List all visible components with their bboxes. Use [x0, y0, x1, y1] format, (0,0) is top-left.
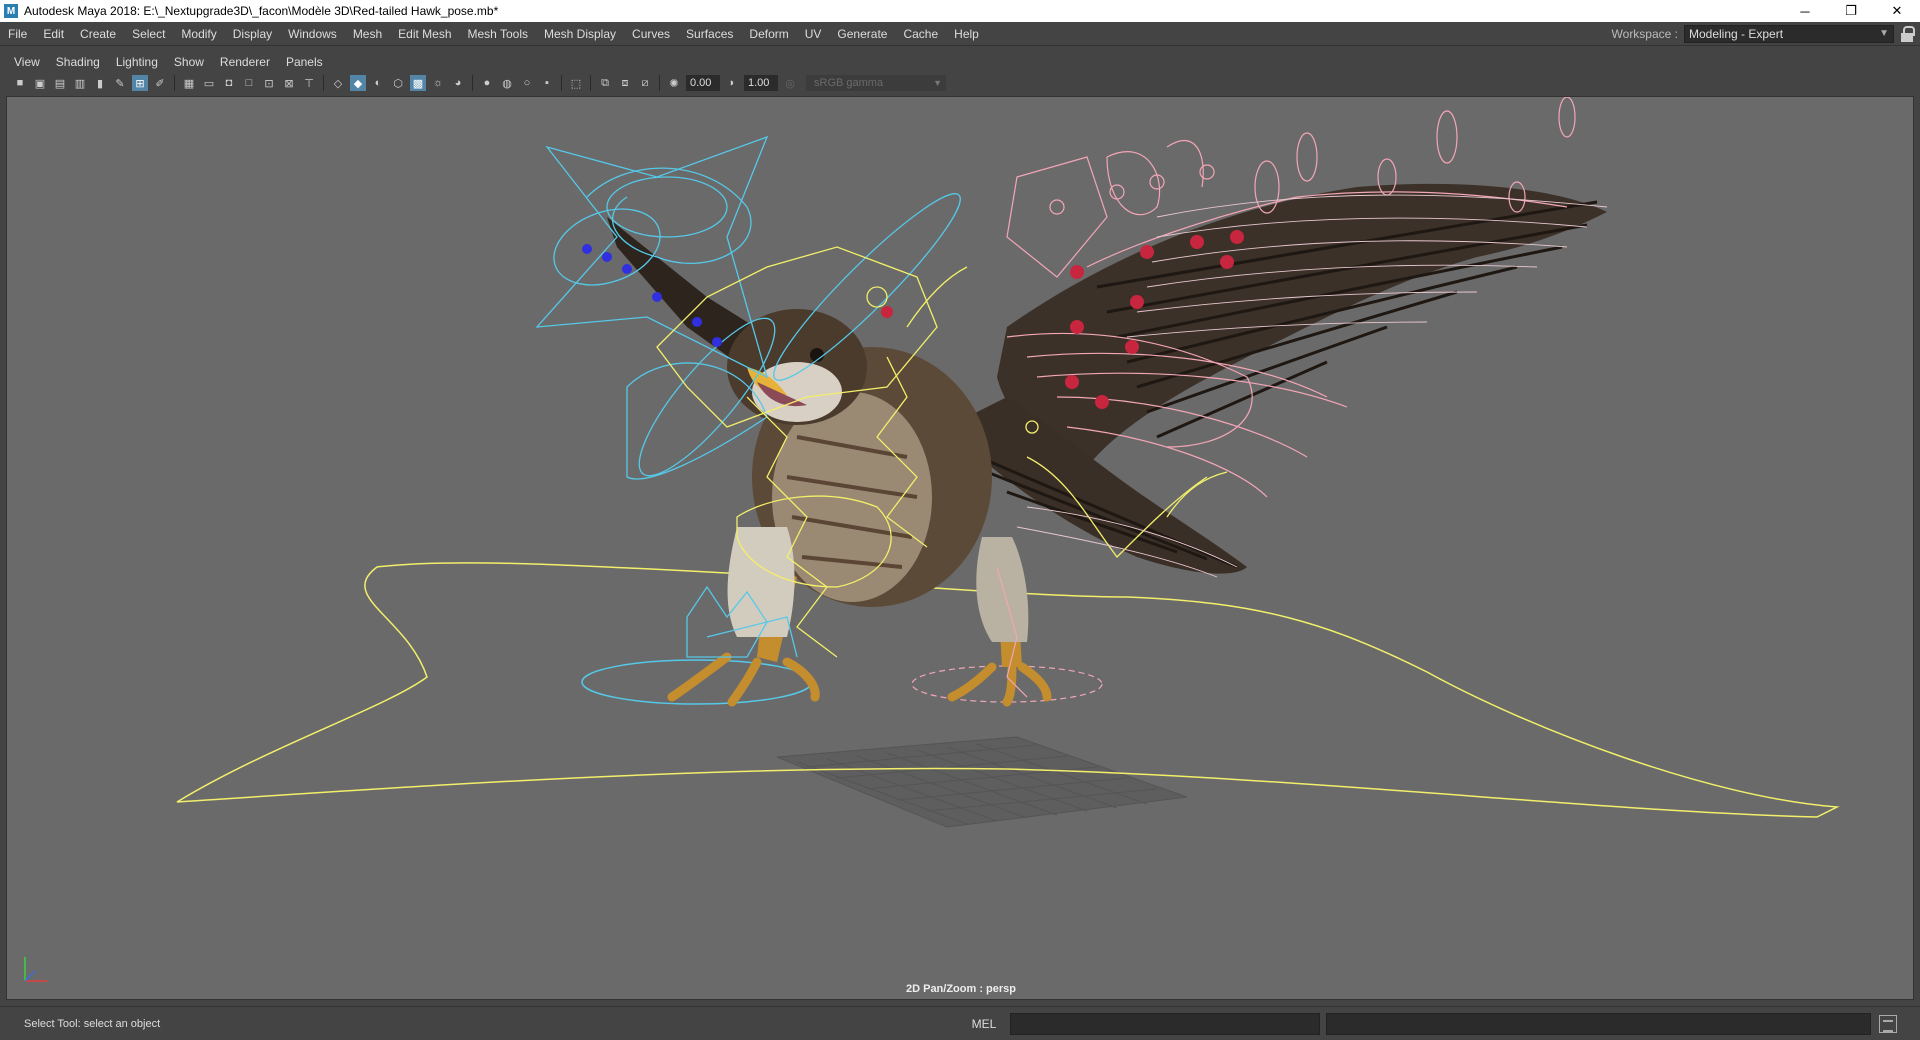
toolbar-divider [323, 75, 324, 91]
screen-space-ao-icon[interactable]: ● [479, 75, 495, 91]
wireframe-icon[interactable]: ◇ [330, 75, 346, 91]
menu-mesh-display[interactable]: Mesh Display [536, 22, 624, 46]
window-title: Autodesk Maya 2018: E:\_Nextupgrade3D\_f… [24, 4, 499, 18]
hawk-body [607, 217, 1052, 707]
chevron-down-icon: ▼ [1879, 28, 1889, 39]
lights-icon[interactable]: ☼ [430, 75, 446, 91]
ground-grid [776, 736, 1188, 828]
color-space-value: sRGB gamma [814, 77, 884, 89]
close-button[interactable]: ✕ [1874, 0, 1920, 22]
panel-menu-show[interactable]: Show [166, 55, 212, 69]
image-plane-icon[interactable]: ▥ [72, 75, 88, 91]
panel-menu-panels[interactable]: Panels [278, 55, 331, 69]
select-camera-icon[interactable]: ■ [12, 75, 28, 91]
menu-modify[interactable]: Modify [173, 22, 224, 46]
depth-of-field-icon[interactable]: ▪ [539, 75, 555, 91]
menu-create[interactable]: Create [72, 22, 124, 46]
script-editor-icon[interactable] [1879, 1014, 1897, 1033]
safe-title-icon[interactable]: ⊤ [301, 75, 317, 91]
minimize-button[interactable]: ─ [1782, 0, 1828, 22]
command-language-toggle[interactable]: MEL [964, 1017, 1004, 1031]
workspace-label: Workspace : [1611, 27, 1678, 41]
bookmark-icon[interactable]: ▤ [52, 75, 68, 91]
shadows-icon[interactable]: ◕ [450, 75, 466, 91]
menu-file[interactable]: File [0, 22, 35, 46]
menu-surfaces[interactable]: Surfaces [678, 22, 741, 46]
menu-edit[interactable]: Edit [35, 22, 72, 46]
paint-icon[interactable]: ✐ [152, 75, 168, 91]
motion-blur-icon[interactable]: ◍ [499, 75, 515, 91]
menu-display[interactable]: Display [225, 22, 280, 46]
workspace-dropdown[interactable]: Modeling - Expert ▼ [1684, 25, 1894, 43]
workspace-value: Modeling - Expert [1689, 27, 1784, 41]
film-gate-icon[interactable]: ▭ [201, 75, 217, 91]
viewport-hud-label: 2D Pan/Zoom : persp [905, 983, 1017, 995]
xray-joints-icon[interactable]: ⧈ [617, 75, 633, 91]
gamma-field[interactable]: 1.00 [744, 75, 778, 91]
anti-aliasing-icon[interactable]: ○ [519, 75, 535, 91]
toolbar-divider [659, 75, 660, 91]
command-result-field [1326, 1012, 1871, 1035]
title-bar: M Autodesk Maya 2018: E:\_Nextupgrade3D\… [0, 0, 1920, 22]
panel-menu-view[interactable]: View [6, 55, 48, 69]
menu-help[interactable]: Help [946, 22, 987, 46]
toolbar-divider [590, 75, 591, 91]
menu-windows[interactable]: Windows [280, 22, 345, 46]
pin-icon[interactable]: ▮ [92, 75, 108, 91]
help-line: Select Tool: select an object [24, 1017, 161, 1030]
pan-zoom-icon[interactable]: ⊞ [132, 75, 148, 91]
menu-edit-mesh[interactable]: Edit Mesh [390, 22, 459, 46]
resolution-gate-icon[interactable]: ◘ [221, 75, 237, 91]
workspace-selector: Workspace : Modeling - Expert ▼ [1612, 22, 1920, 46]
menu-deform[interactable]: Deform [741, 22, 796, 46]
menu-curves[interactable]: Curves [624, 22, 678, 46]
chevron-down-icon: ▼ [933, 78, 942, 88]
maya-logo-icon: M [4, 4, 18, 18]
right-wing [947, 183, 1607, 574]
menu-select[interactable]: Select [124, 22, 173, 46]
menu-cache[interactable]: Cache [895, 22, 946, 46]
exposure-icon[interactable]: ✺ [666, 75, 682, 91]
wireframe-on-shaded-icon[interactable]: ⬡ [390, 75, 406, 91]
camera-attributes-icon[interactable]: ▣ [32, 75, 48, 91]
color-space-dropdown[interactable]: sRGB gamma ▼ [806, 75, 946, 91]
isolate-select-icon[interactable]: ⬚ [568, 75, 584, 91]
toolbar-divider [561, 75, 562, 91]
exposure-field[interactable]: 0.00 [686, 75, 720, 91]
panel-menu-lighting[interactable]: Lighting [108, 55, 166, 69]
menu-mesh-tools[interactable]: Mesh Tools [460, 22, 536, 46]
panel-menubar: View Shading Lighting Show Renderer Pane… [6, 52, 1914, 72]
gate-mask-icon[interactable]: □ [241, 75, 257, 91]
restore-button[interactable]: ❐ [1828, 0, 1874, 22]
toolbar-divider [472, 75, 473, 91]
toolbar-divider [174, 75, 175, 91]
textured-icon[interactable]: ▩ [410, 75, 426, 91]
default-material-icon[interactable]: ◐ [370, 75, 386, 91]
grease-pencil-icon[interactable]: ✎ [112, 75, 128, 91]
xray-components-icon[interactable]: ⧄ [637, 75, 653, 91]
panel-menu-renderer[interactable]: Renderer [212, 55, 278, 69]
safe-action-icon[interactable]: ⊠ [281, 75, 297, 91]
gamma-icon[interactable]: ◗ [724, 75, 740, 91]
menu-mesh[interactable]: Mesh [345, 22, 390, 46]
perspective-viewport[interactable]: 2D Pan/Zoom : persp [6, 96, 1914, 1000]
command-input[interactable] [1010, 1012, 1320, 1035]
menu-generate[interactable]: Generate [829, 22, 895, 46]
field-chart-icon[interactable]: ⊡ [261, 75, 277, 91]
lock-icon[interactable] [1900, 26, 1915, 42]
color-management-icon[interactable]: ◎ [782, 75, 798, 91]
scene-render [176, 97, 1840, 828]
xray-icon[interactable]: ⧉ [597, 75, 613, 91]
status-bar: Select Tool: select an object MEL [0, 1006, 1920, 1040]
menu-uv[interactable]: UV [797, 22, 830, 46]
smooth-shade-icon[interactable]: ◆ [350, 75, 366, 91]
panel-toolbar: ■ ▣ ▤ ▥ ▮ ✎ ⊞ ✐ ▦ ▭ ◘ □ ⊡ ⊠ ⊤ ◇ ◆ ◐ ⬡ ▩ … [6, 72, 1914, 94]
panel-menu-shading[interactable]: Shading [48, 55, 108, 69]
grid-icon[interactable]: ▦ [181, 75, 197, 91]
